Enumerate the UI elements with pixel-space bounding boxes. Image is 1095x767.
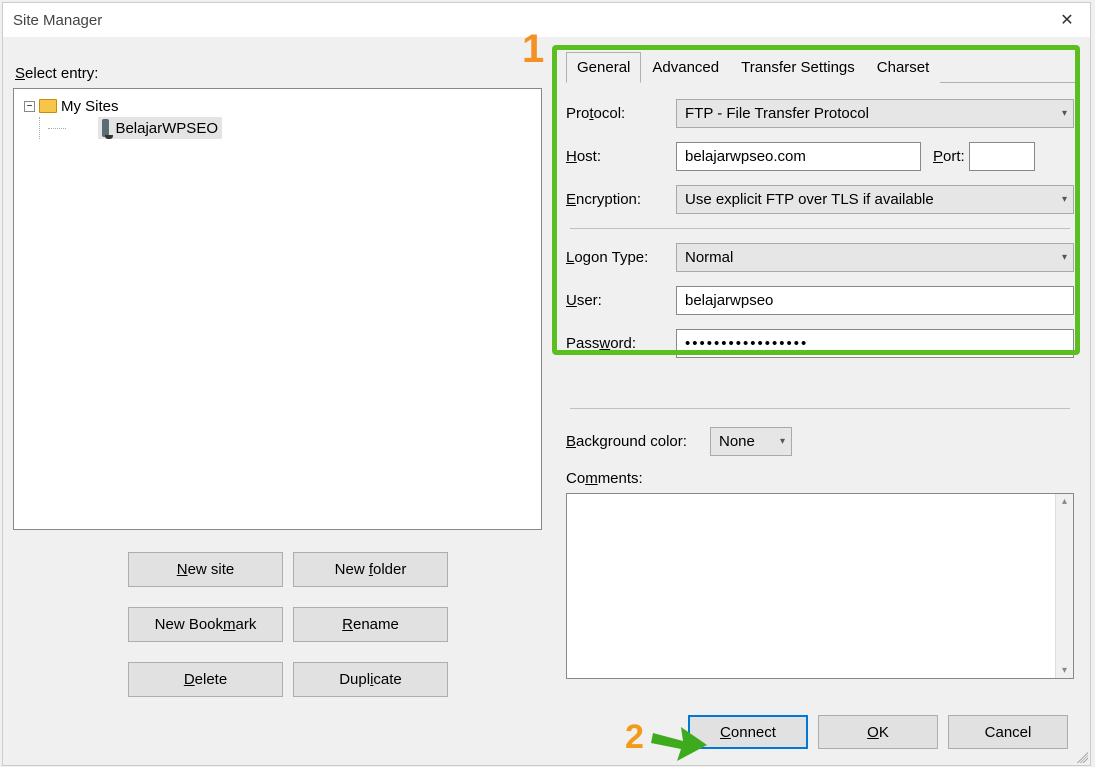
annotation-one: 1 — [522, 27, 544, 72]
bottom-bar: 2 Connect OK Cancel — [3, 707, 1090, 765]
host-input[interactable] — [676, 142, 921, 171]
row-protocol: Protocol: FTP - File Transfer Protocol ▾ — [566, 99, 1074, 128]
minus-icon[interactable]: − — [24, 101, 35, 112]
tree-item-label: BelajarWPSEO — [115, 120, 218, 137]
row-host: Host: Port: — [566, 142, 1074, 171]
new-site-button[interactable]: New site — [128, 552, 283, 587]
green-arrow-icon — [651, 721, 707, 761]
chevron-down-icon: ▾ — [1062, 108, 1067, 119]
tab-advanced[interactable]: Advanced — [641, 52, 730, 83]
close-icon: ✕ — [1060, 10, 1073, 30]
tree-line-vertical — [39, 117, 40, 139]
tree-root-label: My Sites — [61, 98, 119, 115]
encryption-value: Use explicit FTP over TLS if available — [685, 191, 934, 208]
folder-icon — [39, 99, 57, 113]
chevron-down-icon: ▾ — [780, 436, 785, 447]
server-icon — [102, 119, 109, 137]
chevron-down-icon: ▾ — [1062, 194, 1067, 205]
encryption-select[interactable]: Use explicit FTP over TLS if available ▾ — [676, 185, 1074, 214]
logon-type-select[interactable]: Normal ▾ — [676, 243, 1074, 272]
divider — [570, 228, 1070, 229]
host-label: Host: — [566, 148, 672, 165]
port-label: Port: — [933, 148, 965, 165]
site-action-buttons: New site New folder New Bookmark Rename … — [128, 552, 448, 697]
right-panel: 1 General Advanced Transfer Settings Cha… — [560, 45, 1080, 707]
select-entry-label: Select entry: — [15, 65, 542, 82]
logon-type-value: Normal — [685, 249, 733, 266]
left-panel: Select entry: − My Sites BelajarWPSEO — [13, 45, 542, 707]
new-bookmark-button[interactable]: New Bookmark — [128, 607, 283, 642]
bgcolor-select[interactable]: None ▾ — [710, 427, 792, 456]
titlebar: Site Manager ✕ — [3, 3, 1090, 37]
tree-line-horizontal — [48, 128, 66, 129]
close-button[interactable]: ✕ — [1044, 3, 1090, 37]
scroll-arrow-down-icon[interactable]: ▾ — [1062, 665, 1067, 676]
comments-label: Comments: — [566, 470, 1074, 487]
cancel-button[interactable]: Cancel — [948, 715, 1068, 749]
tree-root-row[interactable]: − My Sites — [18, 95, 537, 117]
protocol-value: FTP - File Transfer Protocol — [685, 105, 869, 122]
rename-button[interactable]: Rename — [293, 607, 448, 642]
password-input[interactable] — [676, 329, 1074, 358]
content-area: Select entry: − My Sites BelajarWPSEO — [3, 37, 1090, 707]
protocol-label: Protocol: — [566, 105, 672, 122]
port-input[interactable] — [969, 142, 1035, 171]
row-encryption: Encryption: Use explicit FTP over TLS if… — [566, 185, 1074, 214]
tab-general[interactable]: General — [566, 52, 641, 83]
tab-charset[interactable]: Charset — [866, 52, 941, 83]
divider — [570, 408, 1070, 409]
chevron-down-icon: ▾ — [1062, 252, 1067, 263]
tab-body-general: Protocol: FTP - File Transfer Protocol ▾… — [560, 83, 1080, 679]
user-input[interactable] — [676, 286, 1074, 315]
duplicate-button[interactable]: Duplicate — [293, 662, 448, 697]
annotation-two: 2 — [625, 718, 644, 757]
tabs-bar: General Advanced Transfer Settings Chars… — [566, 51, 1080, 83]
row-bgcolor: Background color: None ▾ — [566, 427, 1074, 456]
row-logon: Logon Type: Normal ▾ — [566, 243, 1074, 272]
row-password: Password: — [566, 329, 1074, 358]
site-manager-window: Site Manager ✕ Select entry: − My Sites — [2, 2, 1091, 766]
password-label: Password: — [566, 335, 672, 352]
scrollbar-vertical[interactable]: ▴ ▾ — [1055, 494, 1073, 678]
tab-transfer-settings[interactable]: Transfer Settings — [730, 52, 866, 83]
tree-item-selected[interactable]: BelajarWPSEO — [98, 117, 222, 139]
site-tree[interactable]: − My Sites BelajarWPSEO — [13, 88, 542, 530]
delete-button[interactable]: Delete — [128, 662, 283, 697]
ok-button[interactable]: OK — [818, 715, 938, 749]
window-title: Site Manager — [13, 12, 102, 29]
row-user: User: — [566, 286, 1074, 315]
scroll-arrow-up-icon[interactable]: ▴ — [1062, 496, 1067, 507]
logon-type-label: Logon Type: — [566, 249, 672, 266]
comments-textarea[interactable]: ▴ ▾ — [566, 493, 1074, 679]
new-folder-button[interactable]: New folder — [293, 552, 448, 587]
select-entry-text: elect entry: — [25, 65, 98, 82]
bgcolor-value: None — [719, 433, 755, 450]
tree-child-wrapper: BelajarWPSEO — [18, 117, 537, 139]
encryption-label: Encryption: — [566, 191, 672, 208]
protocol-select[interactable]: FTP - File Transfer Protocol ▾ — [676, 99, 1074, 128]
bgcolor-label: Background color: — [566, 433, 706, 450]
user-label: User: — [566, 292, 672, 309]
